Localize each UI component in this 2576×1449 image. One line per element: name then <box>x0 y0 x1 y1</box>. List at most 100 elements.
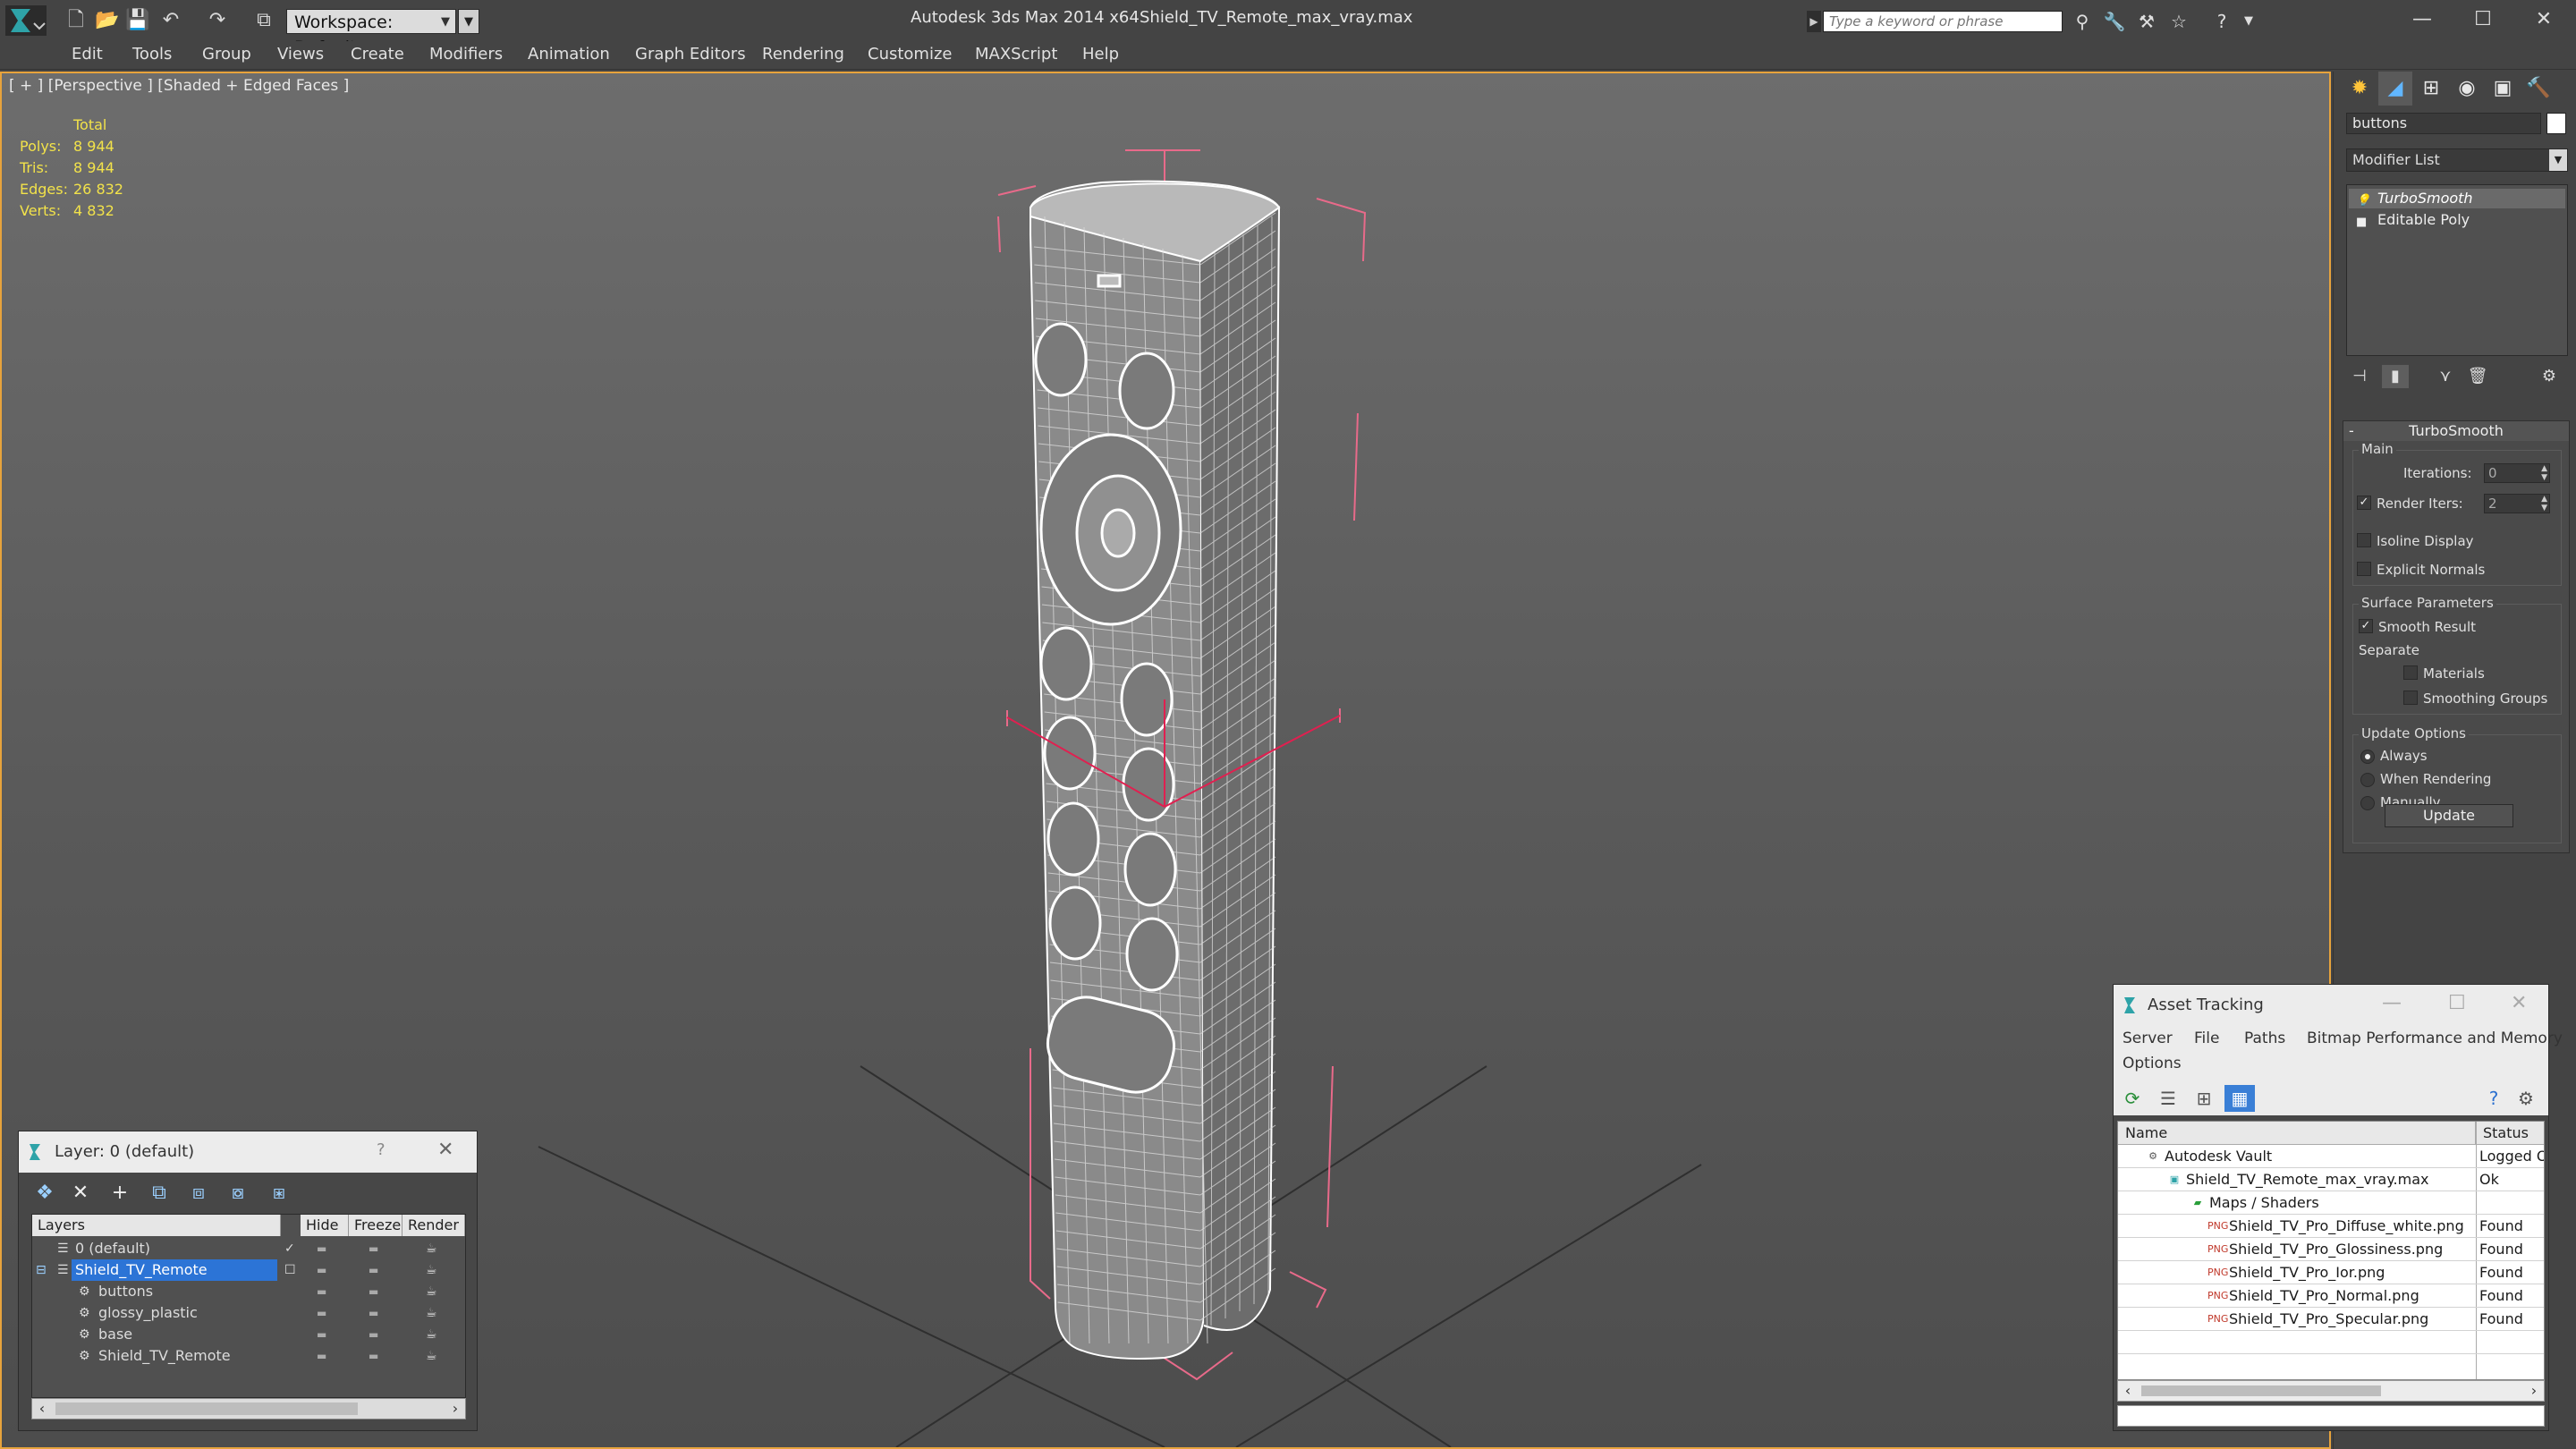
materials-checkbox[interactable] <box>2403 665 2418 680</box>
help-icon[interactable]: ? <box>2209 10 2234 33</box>
close-icon[interactable]: ✕ <box>437 1139 453 1161</box>
create-layer-icon[interactable]: ❖ <box>30 1180 60 1207</box>
render-teapot-icon[interactable]: ☕ <box>426 1302 437 1324</box>
menu-create[interactable]: Create <box>351 45 404 64</box>
menu-help[interactable]: Help <box>1082 45 1119 64</box>
tree-view-icon[interactable]: ⊞ <box>2189 1085 2219 1112</box>
render-teapot-icon[interactable]: ☕ <box>426 1345 437 1367</box>
isoline-display-checkbox[interactable] <box>2357 533 2371 547</box>
smooth-result-checkbox[interactable]: ✓ <box>2359 619 2373 633</box>
hide-toggle[interactable]: ▬ <box>317 1259 326 1281</box>
menu-views[interactable]: Views <box>277 45 324 64</box>
help-icon[interactable]: ? <box>377 1140 386 1159</box>
expand-icon[interactable]: ⊟ <box>36 1259 47 1281</box>
delete-layer-icon[interactable]: ✕ <box>65 1180 96 1207</box>
scroll-left-icon[interactable]: ‹ <box>32 1399 52 1419</box>
hierarchy-tab-icon[interactable]: ⊞ <box>2414 72 2448 106</box>
menu-animation[interactable]: Animation <box>528 45 610 64</box>
asset-row[interactable]: PNG Shield_TV_Pro_Normal.png Found <box>2118 1284 2544 1308</box>
freeze-toggle[interactable]: ▬ <box>369 1324 378 1345</box>
layer-row[interactable]: ⚙ glossy_plastic ▬ ▬ ☕ <box>32 1302 465 1324</box>
explicit-normals-checkbox[interactable] <box>2357 562 2371 576</box>
menu-maxscript[interactable]: MAXScript <box>975 45 1057 64</box>
column-header-status[interactable]: Status <box>2476 1122 2544 1145</box>
scrollbar-thumb[interactable] <box>55 1402 358 1415</box>
render-iters-spinner[interactable]: 2 ▲ ▼ <box>2484 494 2550 513</box>
horizontal-scrollbar[interactable]: ‹ › <box>31 1398 466 1419</box>
object-name-field[interactable]: buttons <box>2346 113 2541 134</box>
layer-row[interactable]: ☰ 0 (default) ✓ ▬ ▬ ☕ <box>32 1238 465 1259</box>
smoothing-groups-checkbox[interactable] <box>2403 691 2418 705</box>
viewport-label[interactable]: [ + ] [Perspective ] [Shaded + Edged Fac… <box>9 77 349 95</box>
undo-icon[interactable]: ↶ <box>159 9 182 32</box>
freeze-all-icon[interactable]: ⧆ <box>264 1180 294 1207</box>
create-tab-icon[interactable]: ✹ <box>2343 72 2377 106</box>
remove-modifier-icon[interactable]: 🗑 <box>2464 365 2491 388</box>
render-iters-checkbox[interactable]: ✓ <box>2357 496 2371 510</box>
project-folder-icon[interactable]: ⧉ <box>252 9 275 32</box>
asset-row[interactable]: PNG Shield_TV_Pro_Specular.png Found <box>2118 1308 2544 1331</box>
column-header-freeze[interactable]: Freeze <box>349 1215 402 1236</box>
workspace-select[interactable]: Workspace: Default ▼ <box>286 9 456 57</box>
display-tab-icon[interactable]: ▣ <box>2486 72 2520 106</box>
horizontal-scrollbar[interactable]: ‹ › <box>2117 1380 2545 1402</box>
freeze-toggle[interactable]: ▬ <box>369 1281 378 1302</box>
hide-toggle[interactable]: ▬ <box>317 1281 326 1302</box>
refresh-icon[interactable]: ⟳ <box>2117 1085 2148 1112</box>
rollout-header[interactable]: - TurboSmooth <box>2343 421 2569 441</box>
maximize-window-icon[interactable]: ☐ <box>2458 4 2508 36</box>
asset-row[interactable]: ⚙ Autodesk Vault Logged O <box>2118 1145 2544 1168</box>
lightbulb-icon[interactable]: 💡 <box>2356 191 2370 211</box>
asset-row[interactable]: PNG Shield_TV_Pro_Diffuse_white.png Foun… <box>2118 1215 2544 1238</box>
3dsmax-logo-icon[interactable] <box>5 5 47 36</box>
maximize-window-icon[interactable]: ☐ <box>2448 992 2466 1014</box>
scroll-right-icon[interactable]: › <box>2524 1381 2544 1401</box>
help-dropdown-icon[interactable]: ▼ <box>2236 10 2261 33</box>
settings-icon[interactable]: ⚙ <box>2511 1085 2541 1112</box>
hide-toggle[interactable]: ▬ <box>317 1302 326 1324</box>
configure-sets-icon[interactable]: ⚙ <box>2536 365 2563 388</box>
manually-radio[interactable] <box>2360 796 2375 810</box>
menu-edit[interactable]: Edit <box>72 45 103 64</box>
binoculars-icon[interactable]: ⚲ <box>2070 10 2095 33</box>
active-layer-box-icon[interactable]: ☐ <box>284 1259 296 1281</box>
asset-row[interactable]: PNG Shield_TV_Pro_Glossiness.png Found <box>2118 1238 2544 1261</box>
motion-tab-icon[interactable]: ◉ <box>2450 72 2484 106</box>
menu-group[interactable]: Group <box>202 45 251 64</box>
menu-server[interactable]: Server <box>2123 1030 2173 1047</box>
iterations-spinner[interactable]: 0 ▲ ▼ <box>2484 463 2550 483</box>
menu-rendering[interactable]: Rendering <box>762 45 844 64</box>
column-header-hide[interactable]: Hide <box>301 1215 349 1236</box>
stack-item-editable-poly[interactable]: ■ Editable Poly <box>2349 210 2565 230</box>
menu-file[interactable]: File <box>2194 1030 2219 1047</box>
freeze-toggle[interactable]: ▬ <box>369 1302 378 1324</box>
update-button[interactable]: Update <box>2385 804 2513 827</box>
pin-stack-icon[interactable]: ⊣ <box>2346 365 2373 388</box>
redo-icon[interactable]: ↷ <box>206 9 229 32</box>
menu-bitmap-performance[interactable]: Bitmap Performance and Memory <box>2307 1030 2563 1047</box>
render-teapot-icon[interactable]: ☕ <box>426 1259 437 1281</box>
modifier-list-dropdown[interactable]: Modifier List ▼ <box>2346 148 2568 172</box>
asset-row[interactable]: PNG Shield_TV_Pro_Ior.png Found <box>2118 1261 2544 1284</box>
menu-options[interactable]: Options <box>2123 1055 2182 1072</box>
communication-center-icon[interactable]: ⚒ <box>2134 10 2159 33</box>
always-radio[interactable] <box>2360 750 2375 764</box>
subscription-icon[interactable]: 🔧 <box>2102 10 2127 33</box>
asset-row[interactable]: ▣ Shield_TV_Remote_max_vray.max Ok <box>2118 1168 2544 1191</box>
expand-box-icon[interactable]: ■ <box>2356 213 2367 233</box>
highlight-layer-icon[interactable]: ⧈ <box>183 1180 214 1207</box>
layer-row[interactable]: ⊟ ☰ Shield_TV_Remote ☐ ▬ ▬ ☕ <box>32 1259 465 1281</box>
render-teapot-icon[interactable]: ☕ <box>426 1324 437 1345</box>
object-color-swatch[interactable] <box>2546 113 2566 134</box>
menu-graph-editors[interactable]: Graph Editors <box>635 45 746 64</box>
scroll-right-icon[interactable]: › <box>445 1399 465 1419</box>
column-header-name[interactable]: Name <box>2118 1122 2476 1145</box>
open-file-icon[interactable]: 📂 <box>95 9 119 32</box>
scroll-left-icon[interactable]: ‹ <box>2118 1381 2138 1401</box>
stack-item-turbosmooth[interactable]: 💡 TurboSmooth <box>2349 189 2565 208</box>
utilities-tab-icon[interactable]: 🔨 <box>2521 72 2555 106</box>
scrollbar-thumb[interactable] <box>2141 1385 2381 1396</box>
asset-tracking-titlebar[interactable]: Asset Tracking — ☐ ✕ <box>2114 985 2548 1026</box>
hide-toggle[interactable]: ▬ <box>317 1238 326 1259</box>
favorites-star-icon[interactable]: ☆ <box>2166 10 2191 33</box>
